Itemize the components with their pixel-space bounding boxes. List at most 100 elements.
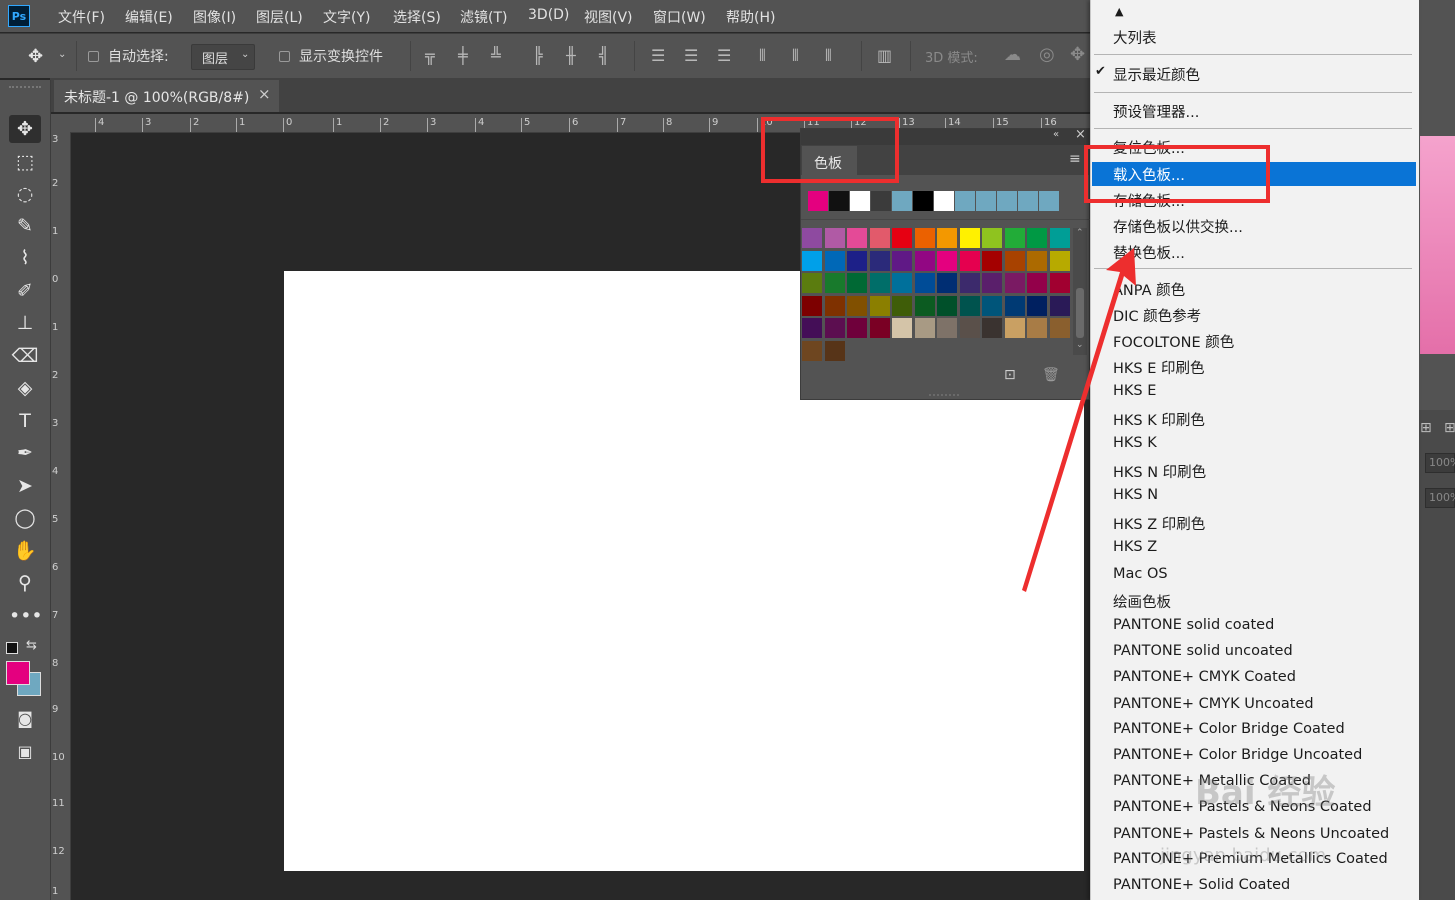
menu-file[interactable]: 文件(F) — [58, 7, 105, 27]
color-swatch[interactable] — [802, 273, 822, 293]
menu-item[interactable]: 预设管理器... — [1113, 101, 1199, 122]
menu-item[interactable]: PANTONE+ Color Bridge Uncoated — [1113, 747, 1362, 763]
lock-position-icon[interactable]: ⊞ — [1444, 420, 1455, 436]
color-swatch[interactable] — [959, 295, 980, 316]
align-top-icon[interactable]: ╦ — [425, 46, 435, 65]
marquee-tool-icon[interactable]: ⬚ — [9, 148, 41, 176]
distribute-left-icon[interactable]: ⫴ — [759, 46, 766, 66]
color-swatch[interactable] — [959, 318, 980, 338]
panel-menu-icon[interactable]: ≡ — [1069, 151, 1081, 167]
menu-item[interactable]: PANTONE+ CMYK Uncoated — [1113, 696, 1314, 712]
align-hcenter-icon[interactable]: ╫ — [566, 46, 576, 65]
color-swatch[interactable] — [959, 228, 980, 248]
color-swatch[interactable] — [914, 295, 935, 316]
toolbar-grip[interactable] — [9, 86, 41, 94]
auto-align-icon[interactable]: ▥ — [877, 46, 892, 65]
color-swatch[interactable] — [937, 318, 957, 338]
menu-item[interactable]: PANTONE+ Color Bridge Coated — [1113, 721, 1345, 737]
menu-image[interactable]: 图像(I) — [193, 7, 236, 27]
distribute-top-icon[interactable]: ☰ — [651, 46, 665, 65]
menu-item[interactable]: PANTONE+ Pastels & Neons Uncoated — [1113, 826, 1389, 842]
auto-select-checkbox[interactable] — [88, 51, 99, 62]
color-swatch[interactable] — [802, 340, 822, 361]
opacity-field[interactable]: 100% — [1425, 453, 1455, 473]
lock-icon[interactable]: ⊞ — [1420, 420, 1432, 436]
recent-color-swatch[interactable] — [1018, 191, 1038, 211]
zoom-tool-icon[interactable]: ⚲ — [9, 569, 41, 597]
ruler-origin[interactable] — [50, 114, 70, 132]
color-swatch[interactable] — [802, 250, 822, 271]
color-swatch[interactable] — [824, 340, 845, 361]
align-left-icon[interactable]: ╠ — [533, 46, 543, 65]
brush-tool-icon[interactable]: ✐ — [9, 277, 41, 305]
fill-field[interactable]: 100% — [1425, 488, 1455, 508]
color-swatch[interactable] — [959, 273, 980, 293]
more-tools-icon[interactable]: ••• — [9, 602, 43, 630]
menu-edit[interactable]: 编辑(E) — [125, 7, 173, 27]
menu-view[interactable]: 视图(V) — [584, 7, 633, 27]
swap-colors-icon[interactable]: ⇆ — [26, 638, 37, 653]
color-swatch[interactable] — [802, 295, 822, 316]
foreground-color-swatch[interactable] — [6, 661, 30, 685]
menu-item[interactable]: PANTONE solid uncoated — [1113, 643, 1293, 659]
color-swatch[interactable] — [937, 228, 957, 248]
color-swatch[interactable] — [847, 273, 867, 293]
screen-mode-icon[interactable]: ▣ — [9, 738, 41, 766]
color-swatch[interactable] — [914, 318, 935, 338]
align-bottom-icon[interactable]: ╩ — [491, 46, 501, 65]
color-swatch[interactable] — [869, 318, 890, 338]
pen-tool-icon[interactable]: ✒ — [9, 439, 41, 467]
type-tool-icon[interactable]: T — [9, 407, 41, 435]
recent-color-swatch[interactable] — [871, 191, 891, 211]
menu-type[interactable]: 文字(Y) — [323, 7, 370, 27]
recent-color-swatch[interactable] — [976, 191, 996, 211]
recent-color-swatch[interactable] — [808, 191, 828, 211]
path-select-tool-icon[interactable]: ➤ — [9, 472, 41, 500]
color-swatch[interactable] — [847, 295, 867, 316]
chevron-down-icon[interactable]: ⌄ — [58, 49, 66, 60]
vertical-ruler[interactable]: 3 2 1 0 1 2 3 4 5 6 7 8 9 10 11 12 1 — [50, 132, 71, 900]
color-swatch[interactable] — [824, 228, 845, 248]
color-swatch[interactable] — [892, 228, 912, 248]
recent-color-swatch[interactable] — [955, 191, 975, 211]
quick-mask-icon[interactable]: ◙ — [9, 705, 41, 733]
collapse-panel-icon[interactable]: « — [1053, 129, 1059, 140]
color-swatch[interactable] — [847, 228, 867, 248]
recent-color-swatch[interactable] — [997, 191, 1017, 211]
menu-filter[interactable]: 滤镜(T) — [460, 7, 507, 27]
color-swatch[interactable] — [847, 250, 867, 271]
recent-color-swatch[interactable] — [1039, 191, 1059, 211]
lasso-tool-icon[interactable]: ◌ — [9, 180, 41, 208]
color-swatch[interactable] — [892, 250, 912, 271]
color-swatch[interactable] — [824, 273, 845, 293]
color-swatch[interactable] — [982, 318, 1002, 338]
3d-roll-icon[interactable]: ◎ — [1039, 44, 1055, 65]
color-swatch[interactable] — [802, 318, 822, 338]
menu-item[interactable]: 大列表 — [1113, 27, 1157, 48]
distribute-right-icon[interactable]: ⫴ — [825, 46, 832, 66]
close-icon[interactable]: × — [258, 85, 271, 103]
eraser-tool-icon[interactable]: ⌫ — [9, 342, 41, 370]
color-swatch[interactable] — [869, 273, 890, 293]
resize-grip[interactable] — [929, 394, 959, 400]
color-swatch[interactable] — [847, 318, 867, 338]
ellipse-tool-icon[interactable]: ◯ — [9, 504, 41, 532]
color-swatch[interactable] — [937, 295, 957, 316]
color-swatch[interactable] — [937, 273, 957, 293]
menu-item[interactable]: PANTONE solid coated — [1113, 617, 1274, 633]
color-swatch[interactable] — [892, 318, 912, 338]
menu-window[interactable]: 窗口(W) — [653, 7, 706, 27]
menu-select[interactable]: 选择(S) — [393, 7, 441, 27]
color-swatch[interactable] — [869, 250, 890, 271]
color-swatch[interactable] — [869, 295, 890, 316]
hand-tool-icon[interactable]: ✋ — [9, 537, 41, 565]
menu-3d[interactable]: 3D(D) — [528, 7, 569, 23]
auto-select-dropdown[interactable]: 图层 ⌄ — [191, 44, 255, 70]
3d-pan-icon[interactable]: ✥ — [1070, 44, 1085, 65]
color-swatch[interactable] — [914, 250, 935, 271]
color-swatch[interactable] — [802, 228, 822, 248]
color-swatch[interactable] — [937, 250, 957, 271]
recent-color-swatch[interactable] — [892, 191, 912, 211]
document-tab[interactable]: 未标题-1 @ 100%(RGB/8#) × — [54, 80, 279, 112]
color-swatch[interactable] — [982, 228, 1002, 248]
